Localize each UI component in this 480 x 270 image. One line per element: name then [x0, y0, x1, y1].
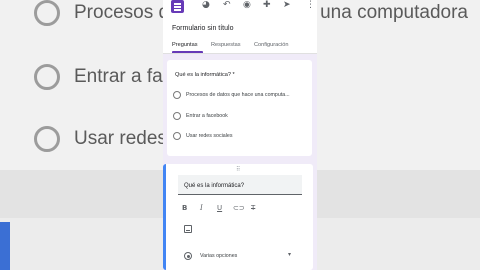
drag-handle-icon[interactable]: ⠿: [236, 166, 241, 173]
question-preview-card[interactable]: Qué es la informática? * Procesos de dat…: [167, 60, 312, 156]
question-type-select[interactable]: Varias opciones ▾: [180, 248, 300, 264]
italic-icon[interactable]: I: [200, 204, 203, 212]
bold-icon[interactable]: B: [182, 204, 187, 212]
tab-respuestas[interactable]: Respuestas: [211, 42, 241, 48]
forms-logo-icon[interactable]: [171, 0, 184, 13]
radio-icon[interactable]: [173, 91, 181, 99]
question-input[interactable]: Qué es la informática?: [178, 175, 302, 195]
question-editor-card[interactable]: ⠿ Qué es la informática? B I U ⊂⊃ T Vari…: [163, 164, 313, 270]
active-tab-indicator: [172, 51, 203, 53]
background-radio-icon: [34, 64, 60, 90]
option-row[interactable]: Usar redes sociales: [173, 131, 233, 141]
radio-icon[interactable]: [173, 132, 181, 140]
option-row[interactable]: Procesos de datos que hace una computa..…: [173, 90, 290, 100]
form-title[interactable]: Formulario sin título: [172, 25, 233, 32]
option-label: Usar redes sociales: [186, 133, 233, 139]
option-label: Entrar a facebook: [186, 113, 228, 119]
image-icon[interactable]: [184, 225, 192, 233]
top-toolbar: ◕ ↶ ◉ ✚ ➤ ⋮: [163, 0, 317, 16]
more-vert-icon[interactable]: ⋮: [306, 0, 315, 10]
preview-icon[interactable]: ◉: [243, 0, 251, 10]
radio-type-icon: [184, 252, 192, 260]
link-icon[interactable]: ⊂⊃: [233, 204, 245, 212]
underline-icon[interactable]: U: [217, 204, 222, 212]
send-icon[interactable]: ➤: [283, 0, 291, 10]
palette-icon[interactable]: ◕: [202, 0, 210, 10]
option-row[interactable]: Entrar a facebook: [173, 111, 228, 121]
question-input-text[interactable]: Qué es la informática?: [184, 183, 244, 189]
tab-preguntas[interactable]: Preguntas: [172, 42, 198, 48]
background-focus-bar: [0, 222, 10, 270]
undo-icon[interactable]: ↶: [223, 0, 231, 10]
background-radio-icon: [34, 126, 60, 152]
dropdown-caret-icon: ▾: [288, 252, 292, 258]
option-label: Procesos de datos que hace una computa..…: [186, 92, 290, 98]
phone-screen: ◕ ↶ ◉ ✚ ➤ ⋮ Formulario sin título Pregun…: [163, 0, 317, 270]
background-radio-icon: [34, 0, 60, 26]
question-type-label: Varias opciones: [200, 253, 238, 259]
radio-icon[interactable]: [173, 112, 181, 120]
form-header: Formulario sin título Preguntas Respuest…: [163, 16, 317, 54]
add-collaborator-icon[interactable]: ✚: [263, 0, 271, 10]
question-title: Qué es la informática? *: [175, 72, 235, 78]
tab-configuracion[interactable]: Configuración: [254, 42, 289, 48]
clear-format-icon[interactable]: T: [251, 204, 255, 212]
